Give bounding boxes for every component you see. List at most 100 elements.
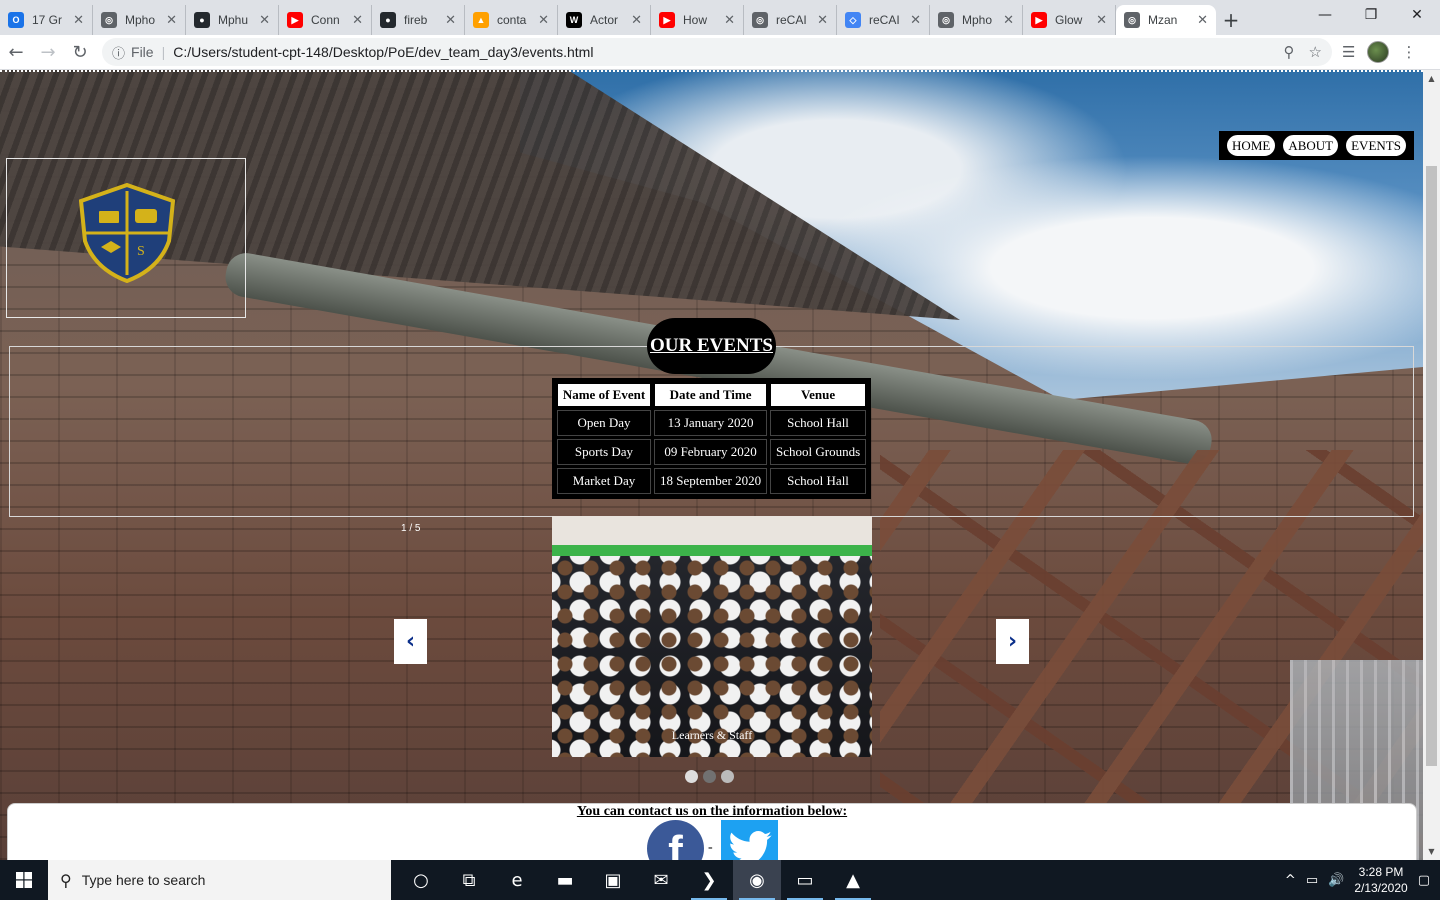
browser-tab[interactable]: ◎ Mzan ✕ [1116,5,1216,35]
tab-favicon-icon: ▶ [659,12,675,28]
tab-close-icon[interactable]: ✕ [910,12,921,28]
page-scrollbar[interactable]: ▲ ▼ [1423,70,1440,860]
address-bar[interactable]: ⓘ File | C:/Users/student-cpt-148/Deskto… [102,38,1332,66]
back-button[interactable]: ← [0,36,32,68]
start-button[interactable] [0,860,48,900]
tab-close-icon[interactable]: ✕ [631,12,642,28]
nav-about-link[interactable]: ABOUT [1282,134,1340,157]
clock[interactable]: 3:28 PM 2/13/2020 [1354,864,1407,896]
table-row: Open Day 13 January 2020 School Hall [557,410,866,436]
nav-home-link[interactable]: HOME [1226,134,1277,157]
facebook-icon[interactable]: f [647,820,704,860]
next-slide-button[interactable]: › [996,619,1029,664]
cortana-icon[interactable]: ○ [397,860,445,900]
bookmark-star-icon[interactable]: ☆ [1309,43,1322,61]
file-explorer-icon[interactable]: ▬ [541,860,589,900]
nav-events-link[interactable]: EVENTS [1345,134,1407,157]
minimize-button[interactable]: — [1302,0,1348,30]
tab-close-icon[interactable]: ✕ [1197,12,1208,28]
tab-favicon-icon: ● [380,12,396,28]
reload-button[interactable]: ↻ [64,36,96,68]
table-cell: School Hall [770,410,866,436]
browser-toolbar: ← → ↻ ⓘ File | C:/Users/student-cpt-148/… [0,35,1440,70]
tab-favicon-icon: ◎ [938,12,954,28]
network-icon[interactable]: ▭ [1306,873,1318,888]
browser-tab[interactable]: ◎ Mpho ✕ [93,5,186,35]
table-header-row: Name of Event Date and Time Venue [557,383,866,407]
table-cell: Sports Day [557,439,651,465]
forward-button[interactable]: → [32,36,64,68]
volume-icon[interactable]: 🔊 [1328,873,1344,888]
profile-avatar[interactable] [1367,41,1390,63]
browser-tab[interactable]: ▶ How ✕ [651,5,744,35]
clock-date: 2/13/2020 [1354,881,1408,895]
media-control-icon[interactable]: ☰ [1342,43,1355,61]
school-logo-box: S [6,158,246,318]
browser-tab[interactable]: ◎ reCAI ✕ [744,5,837,35]
clock-time: 3:28 PM [1358,865,1404,879]
tab-close-icon[interactable]: ✕ [817,12,828,28]
table-cell: 13 January 2020 [654,410,768,436]
close-window-button[interactable]: ✕ [1394,0,1440,30]
store-icon[interactable]: ▣ [589,860,637,900]
browser-tab[interactable]: W Actor ✕ [558,5,651,35]
twitter-icon[interactable] [721,820,778,860]
tab-close-icon[interactable]: ✕ [724,12,735,28]
scroll-up-icon[interactable]: ▲ [1423,70,1440,87]
tab-close-icon[interactable]: ✕ [1003,12,1014,28]
tab-favicon-icon: ▶ [1031,12,1047,28]
scroll-down-icon[interactable]: ▼ [1423,843,1440,860]
photos-icon[interactable]: ▲ [829,860,877,900]
page-viewport: HOME ABOUT EVENTS S OUR EVENTS Name of E… [0,70,1440,860]
tab-title: How [683,13,708,27]
tab-close-icon[interactable]: ✕ [445,12,456,28]
browser-tab[interactable]: ▶ Conn ✕ [279,5,372,35]
slide-dot[interactable] [721,770,734,783]
table-cell: Market Day [557,468,651,494]
url-text[interactable]: C:/Users/student-cpt-148/Desktop/PoE/dev… [173,44,1269,60]
toolbar-right: ☰ ⋮ [1342,41,1430,63]
taskbar-search[interactable]: ⚲ Type here to search [48,860,391,900]
tab-title: fireb [404,13,428,27]
tab-close-icon[interactable]: ✕ [73,12,84,28]
terminal-icon[interactable]: ▭ [781,860,829,900]
zoom-icon[interactable]: ⚲ [1284,43,1295,61]
task-view-icon[interactable]: ⧉ [445,860,493,900]
chrome-icon[interactable]: ◉ [733,860,781,900]
edge-icon[interactable]: e [493,860,541,900]
table-cell: School Grounds [770,439,866,465]
browser-tab[interactable]: ▶ Glow ✕ [1023,5,1116,35]
slide-dot[interactable] [685,770,698,783]
tab-title: Mzan [1148,13,1178,27]
browser-tab[interactable]: O 17 Gr ✕ [0,5,93,35]
tab-close-icon[interactable]: ✕ [166,12,177,28]
table-row: Sports Day 09 February 2020 School Groun… [557,439,866,465]
browser-menu-icon[interactable]: ⋮ [1401,43,1416,61]
vscode-icon[interactable]: ❯ [685,860,733,900]
slide-dots [685,770,734,783]
tab-favicon-icon: ◎ [752,12,768,28]
scrollbar-thumb[interactable] [1426,166,1437,766]
slide-dot[interactable] [703,770,716,783]
window-controls: — ❐ ✕ [1302,0,1440,30]
browser-tab[interactable]: ◇ reCAI ✕ [837,5,930,35]
notifications-icon[interactable]: ▢ [1418,873,1430,888]
browser-tab[interactable]: ● Mphu ✕ [186,5,279,35]
tab-close-icon[interactable]: ✕ [1096,12,1107,28]
tab-title: conta [497,13,527,27]
tab-close-icon[interactable]: ✕ [538,12,549,28]
tray-chevron-icon[interactable]: ^ [1285,873,1296,888]
tab-close-icon[interactable]: ✕ [352,12,363,28]
browser-tab[interactable]: ◎ Mpho ✕ [930,5,1023,35]
search-placeholder: Type here to search [81,872,206,888]
prev-slide-button[interactable]: ‹ [394,619,427,664]
browser-tab[interactable]: ▲ conta ✕ [465,5,558,35]
maximize-button[interactable]: ❐ [1348,0,1394,30]
table-header-cell: Venue [770,383,866,407]
taskbar-apps: ○ ⧉ e ▬ ▣ ✉ ❯ ◉ ▭ ▲ [397,860,877,900]
site-info-icon[interactable]: ⓘ [112,43,125,62]
mail-icon[interactable]: ✉ [637,860,685,900]
tab-close-icon[interactable]: ✕ [259,12,270,28]
new-tab-button[interactable]: + [1216,5,1246,35]
browser-tab[interactable]: ● fireb ✕ [372,5,465,35]
